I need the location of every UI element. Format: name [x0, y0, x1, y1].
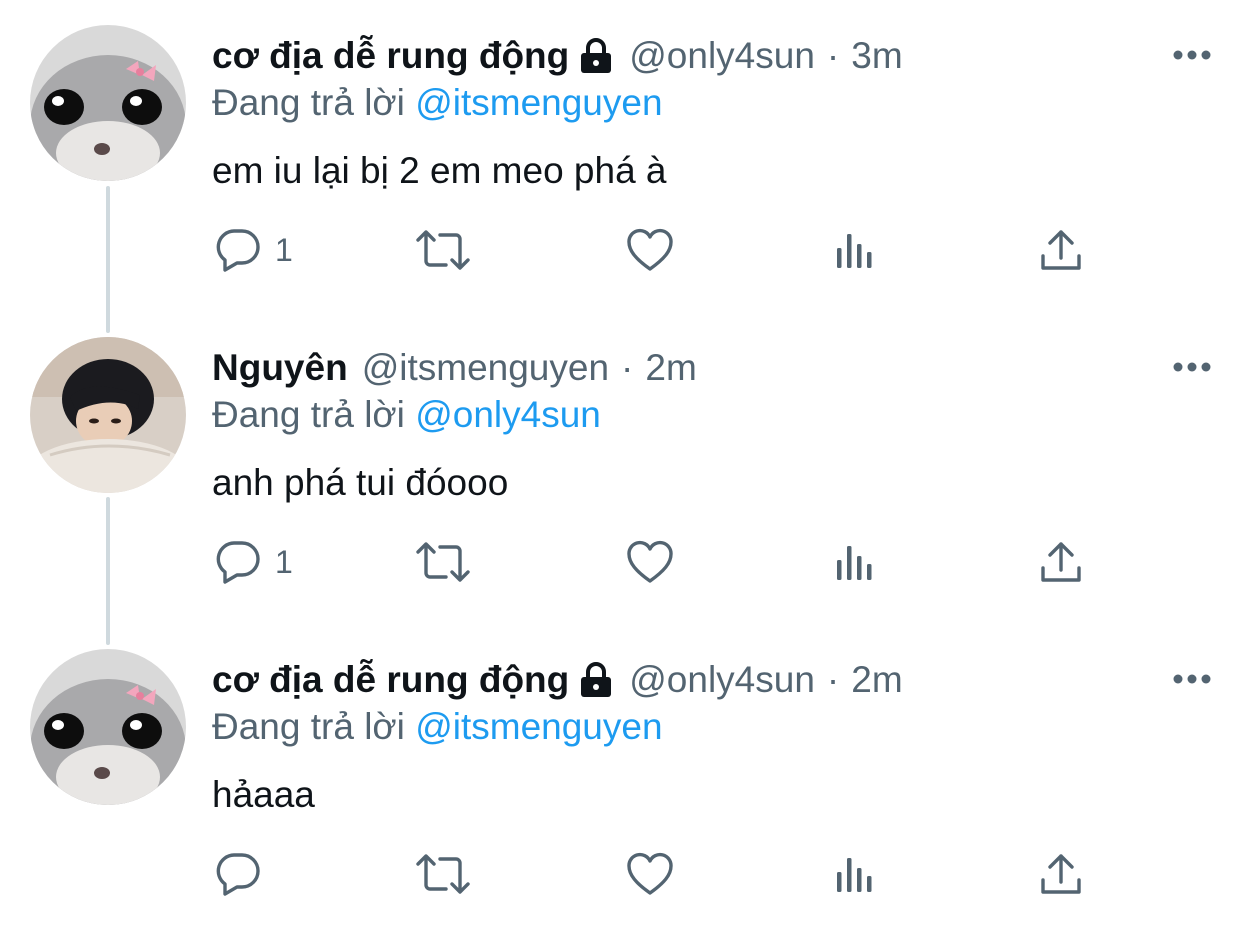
- replying-to-link[interactable]: @itsmenguyen: [415, 82, 662, 123]
- tweet[interactable]: cơ địa dễ rung động @only4sun · 3m Đang …: [0, 0, 1242, 312]
- reply-icon: [215, 227, 261, 273]
- like-icon: [626, 540, 674, 584]
- reply-button[interactable]: [215, 839, 275, 909]
- like-button[interactable]: [626, 215, 674, 285]
- retweet-button[interactable]: [414, 527, 472, 597]
- replying-to-label: Đang trả lời: [212, 394, 405, 435]
- person-avatar[interactable]: [30, 337, 186, 493]
- separator-dot: ·: [826, 659, 840, 700]
- tweet-time[interactable]: 2m: [645, 347, 696, 389]
- replying-to-label: Đang trả lời: [212, 706, 405, 747]
- replying-to: Đang trả lời @itsmenguyen: [212, 706, 663, 748]
- display-name[interactable]: cơ địa dễ rung động: [212, 35, 569, 77]
- hamster-avatar[interactable]: [30, 25, 186, 181]
- more-icon[interactable]: [1172, 352, 1212, 382]
- tweet-time[interactable]: 2m: [851, 659, 902, 701]
- replying-to: Đang trả lời @itsmenguyen: [212, 82, 663, 124]
- share-icon: [1040, 540, 1082, 584]
- tweet-actions: 1: [0, 527, 1242, 597]
- reply-button[interactable]: 1: [215, 527, 293, 597]
- user-handle[interactable]: @only4sun: [629, 35, 815, 77]
- replying-to-link[interactable]: @only4sun: [415, 394, 601, 435]
- tweet-header: cơ địa dễ rung động @only4sun · 3m: [212, 30, 903, 82]
- views-icon: [836, 854, 876, 894]
- views-button[interactable]: [836, 527, 876, 597]
- views-button[interactable]: [836, 215, 876, 285]
- reply-count: 1: [275, 543, 293, 580]
- tweet-actions: [0, 839, 1242, 909]
- reply-count: 1: [275, 231, 293, 268]
- retweet-icon: [414, 227, 472, 273]
- tweet-header: cơ địa dễ rung động @only4sun · 2m: [212, 654, 903, 706]
- share-button[interactable]: [1040, 215, 1082, 285]
- like-icon: [626, 852, 674, 896]
- views-button[interactable]: [836, 839, 876, 909]
- views-icon: [836, 230, 876, 270]
- retweet-button[interactable]: [414, 215, 472, 285]
- separator-dot: ·: [621, 347, 634, 388]
- separator-dot: ·: [826, 35, 840, 76]
- tweet[interactable]: cơ địa dễ rung động @only4sun · 2m Đang …: [0, 624, 1242, 936]
- like-icon: [626, 228, 674, 272]
- tweet-header: Nguyên @itsmenguyen · 2m: [212, 342, 697, 394]
- reply-icon: [215, 851, 261, 897]
- tweet-text: anh phá tui đóooo: [212, 462, 509, 503]
- retweet-button[interactable]: [414, 839, 472, 909]
- tweet-text: hảaaa: [212, 774, 315, 815]
- like-button[interactable]: [626, 527, 674, 597]
- more-icon[interactable]: [1172, 40, 1212, 70]
- retweet-icon: [414, 851, 472, 897]
- share-button[interactable]: [1040, 527, 1082, 597]
- reply-button[interactable]: 1: [215, 215, 293, 285]
- display-name[interactable]: cơ địa dễ rung động: [212, 659, 569, 701]
- lock-icon: [577, 38, 615, 74]
- tweet[interactable]: Nguyên @itsmenguyen · 2m Đang trả lời @o…: [0, 312, 1242, 624]
- share-icon: [1040, 852, 1082, 896]
- tweet-text: em iu lại bị 2 em meo phá à: [212, 150, 667, 191]
- retweet-icon: [414, 539, 472, 585]
- more-icon[interactable]: [1172, 664, 1212, 694]
- share-button[interactable]: [1040, 839, 1082, 909]
- user-handle[interactable]: @itsmenguyen: [362, 347, 609, 389]
- replying-to: Đang trả lời @only4sun: [212, 394, 601, 436]
- views-icon: [836, 542, 876, 582]
- hamster-avatar[interactable]: [30, 649, 186, 805]
- replying-to-link[interactable]: @itsmenguyen: [415, 706, 662, 747]
- user-handle[interactable]: @only4sun: [629, 659, 815, 701]
- reply-icon: [215, 539, 261, 585]
- display-name[interactable]: Nguyên: [212, 347, 348, 389]
- tweet-time[interactable]: 3m: [851, 35, 902, 77]
- replying-to-label: Đang trả lời: [212, 82, 405, 123]
- lock-icon: [577, 662, 615, 698]
- tweet-actions: 1: [0, 215, 1242, 285]
- share-icon: [1040, 228, 1082, 272]
- like-button[interactable]: [626, 839, 674, 909]
